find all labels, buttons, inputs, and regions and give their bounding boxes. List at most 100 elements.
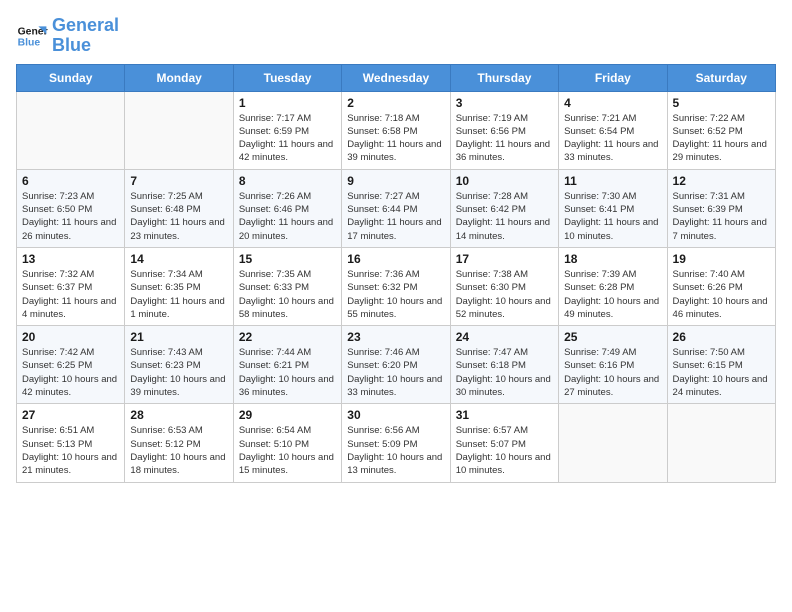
week-row-5: 27Sunrise: 6:51 AM Sunset: 5:13 PM Dayli… xyxy=(17,404,776,482)
calendar-cell: 14Sunrise: 7:34 AM Sunset: 6:35 PM Dayli… xyxy=(125,247,233,325)
day-header-monday: Monday xyxy=(125,64,233,91)
day-number: 7 xyxy=(130,174,227,188)
day-number: 13 xyxy=(22,252,119,266)
day-info: Sunrise: 7:28 AM Sunset: 6:42 PM Dayligh… xyxy=(456,190,553,243)
day-number: 27 xyxy=(22,408,119,422)
calendar-cell: 6 Sunrise: 7:23 AM Sunset: 6:50 PM Daylig… xyxy=(17,169,125,247)
logo-icon: General Blue xyxy=(16,20,48,52)
calendar-cell: 26Sunrise: 7:50 AM Sunset: 6:15 PM Dayli… xyxy=(667,326,775,404)
day-number: 5 xyxy=(673,96,770,110)
day-number: 9 xyxy=(347,174,444,188)
day-number: 6 xyxy=(22,174,119,188)
calendar-cell: 15Sunrise: 7:35 AM Sunset: 6:33 PM Dayli… xyxy=(233,247,341,325)
day-info: Sunrise: 7:34 AM Sunset: 6:35 PM Dayligh… xyxy=(130,268,227,321)
day-number: 31 xyxy=(456,408,553,422)
day-info: Sunrise: 7:17 AM Sunset: 6:59 PM Dayligh… xyxy=(239,112,336,165)
day-info: Sunrise: 7:18 AM Sunset: 6:58 PM Dayligh… xyxy=(347,112,444,165)
calendar-cell: 30 Sunrise: 6:56 AM Sunset: 5:09 PM Dayli… xyxy=(342,404,450,482)
calendar-cell: 10Sunrise: 7:28 AM Sunset: 6:42 PM Dayli… xyxy=(450,169,558,247)
calendar-cell: 22 Sunrise: 7:44 AM Sunset: 6:21 PM Dayli… xyxy=(233,326,341,404)
calendar-cell: 27Sunrise: 6:51 AM Sunset: 5:13 PM Dayli… xyxy=(17,404,125,482)
day-header-sunday: Sunday xyxy=(17,64,125,91)
week-row-1: 1 Sunrise: 7:17 AM Sunset: 6:59 PM Daylig… xyxy=(17,91,776,169)
week-row-4: 20 Sunrise: 7:42 AM Sunset: 6:25 PM Dayli… xyxy=(17,326,776,404)
calendar-cell: 11 Sunrise: 7:30 AM Sunset: 6:41 PM Dayli… xyxy=(559,169,667,247)
day-info: Sunrise: 7:46 AM Sunset: 6:20 PM Dayligh… xyxy=(347,346,444,399)
day-info: Sunrise: 7:49 AM Sunset: 6:16 PM Dayligh… xyxy=(564,346,661,399)
day-info: Sunrise: 7:25 AM Sunset: 6:48 PM Dayligh… xyxy=(130,190,227,243)
calendar-cell xyxy=(559,404,667,482)
day-info: Sunrise: 7:38 AM Sunset: 6:30 PM Dayligh… xyxy=(456,268,553,321)
day-info: Sunrise: 7:27 AM Sunset: 6:44 PM Dayligh… xyxy=(347,190,444,243)
calendar-cell: 4 Sunrise: 7:21 AM Sunset: 6:54 PM Daylig… xyxy=(559,91,667,169)
day-info: Sunrise: 7:19 AM Sunset: 6:56 PM Dayligh… xyxy=(456,112,553,165)
day-number: 3 xyxy=(456,96,553,110)
day-info: Sunrise: 6:54 AM Sunset: 5:10 PM Dayligh… xyxy=(239,424,336,477)
day-number: 20 xyxy=(22,330,119,344)
day-number: 1 xyxy=(239,96,336,110)
day-number: 18 xyxy=(564,252,661,266)
calendar-cell: 24 Sunrise: 7:47 AM Sunset: 6:18 PM Dayli… xyxy=(450,326,558,404)
day-info: Sunrise: 6:57 AM Sunset: 5:07 PM Dayligh… xyxy=(456,424,553,477)
day-info: Sunrise: 7:39 AM Sunset: 6:28 PM Dayligh… xyxy=(564,268,661,321)
calendar-cell: 29 Sunrise: 6:54 AM Sunset: 5:10 PM Dayli… xyxy=(233,404,341,482)
day-header-tuesday: Tuesday xyxy=(233,64,341,91)
day-info: Sunrise: 7:47 AM Sunset: 6:18 PM Dayligh… xyxy=(456,346,553,399)
day-number: 30 xyxy=(347,408,444,422)
calendar-cell: 20 Sunrise: 7:42 AM Sunset: 6:25 PM Dayli… xyxy=(17,326,125,404)
calendar-cell: 7 Sunrise: 7:25 AM Sunset: 6:48 PM Daylig… xyxy=(125,169,233,247)
day-number: 23 xyxy=(347,330,444,344)
day-header-friday: Friday xyxy=(559,64,667,91)
day-info: Sunrise: 7:21 AM Sunset: 6:54 PM Dayligh… xyxy=(564,112,661,165)
header-row: SundayMondayTuesdayWednesdayThursdayFrid… xyxy=(17,64,776,91)
day-info: Sunrise: 7:30 AM Sunset: 6:41 PM Dayligh… xyxy=(564,190,661,243)
day-number: 29 xyxy=(239,408,336,422)
calendar-cell: 25 Sunrise: 7:49 AM Sunset: 6:16 PM Dayli… xyxy=(559,326,667,404)
day-info: Sunrise: 6:53 AM Sunset: 5:12 PM Dayligh… xyxy=(130,424,227,477)
svg-text:Blue: Blue xyxy=(18,37,41,48)
calendar-cell: 21 Sunrise: 7:43 AM Sunset: 6:23 PM Dayli… xyxy=(125,326,233,404)
day-number: 22 xyxy=(239,330,336,344)
day-number: 24 xyxy=(456,330,553,344)
day-info: Sunrise: 7:36 AM Sunset: 6:32 PM Dayligh… xyxy=(347,268,444,321)
day-number: 16 xyxy=(347,252,444,266)
day-header-thursday: Thursday xyxy=(450,64,558,91)
calendar-cell xyxy=(125,91,233,169)
day-header-saturday: Saturday xyxy=(667,64,775,91)
calendar-table: SundayMondayTuesdayWednesdayThursdayFrid… xyxy=(16,64,776,483)
day-info: Sunrise: 7:35 AM Sunset: 6:33 PM Dayligh… xyxy=(239,268,336,321)
day-number: 21 xyxy=(130,330,227,344)
day-number: 12 xyxy=(673,174,770,188)
day-info: Sunrise: 7:31 AM Sunset: 6:39 PM Dayligh… xyxy=(673,190,770,243)
day-info: Sunrise: 7:43 AM Sunset: 6:23 PM Dayligh… xyxy=(130,346,227,399)
calendar-cell: 23 Sunrise: 7:46 AM Sunset: 6:20 PM Dayli… xyxy=(342,326,450,404)
calendar-cell: 3 Sunrise: 7:19 AM Sunset: 6:56 PM Daylig… xyxy=(450,91,558,169)
day-info: Sunrise: 7:22 AM Sunset: 6:52 PM Dayligh… xyxy=(673,112,770,165)
calendar-cell: 5 Sunrise: 7:22 AM Sunset: 6:52 PM Daylig… xyxy=(667,91,775,169)
calendar-cell: 1 Sunrise: 7:17 AM Sunset: 6:59 PM Daylig… xyxy=(233,91,341,169)
day-number: 11 xyxy=(564,174,661,188)
calendar-cell: 12 Sunrise: 7:31 AM Sunset: 6:39 PM Dayli… xyxy=(667,169,775,247)
day-number: 8 xyxy=(239,174,336,188)
calendar-cell: 18 Sunrise: 7:39 AM Sunset: 6:28 PM Dayli… xyxy=(559,247,667,325)
calendar-cell: 31 Sunrise: 6:57 AM Sunset: 5:07 PM Dayli… xyxy=(450,404,558,482)
day-number: 17 xyxy=(456,252,553,266)
week-row-3: 13Sunrise: 7:32 AM Sunset: 6:37 PM Dayli… xyxy=(17,247,776,325)
day-number: 28 xyxy=(130,408,227,422)
week-row-2: 6 Sunrise: 7:23 AM Sunset: 6:50 PM Daylig… xyxy=(17,169,776,247)
day-info: Sunrise: 7:23 AM Sunset: 6:50 PM Dayligh… xyxy=(22,190,119,243)
calendar-cell xyxy=(17,91,125,169)
logo-text: GeneralBlue xyxy=(52,16,119,56)
day-info: Sunrise: 6:56 AM Sunset: 5:09 PM Dayligh… xyxy=(347,424,444,477)
calendar-cell: 17 Sunrise: 7:38 AM Sunset: 6:30 PM Dayli… xyxy=(450,247,558,325)
day-info: Sunrise: 7:42 AM Sunset: 6:25 PM Dayligh… xyxy=(22,346,119,399)
calendar-cell: 9 Sunrise: 7:27 AM Sunset: 6:44 PM Daylig… xyxy=(342,169,450,247)
day-info: Sunrise: 7:26 AM Sunset: 6:46 PM Dayligh… xyxy=(239,190,336,243)
calendar-cell: 2Sunrise: 7:18 AM Sunset: 6:58 PM Daylig… xyxy=(342,91,450,169)
calendar-cell: 19Sunrise: 7:40 AM Sunset: 6:26 PM Dayli… xyxy=(667,247,775,325)
day-number: 4 xyxy=(564,96,661,110)
day-info: Sunrise: 7:44 AM Sunset: 6:21 PM Dayligh… xyxy=(239,346,336,399)
day-number: 19 xyxy=(673,252,770,266)
day-number: 25 xyxy=(564,330,661,344)
calendar-cell: 13Sunrise: 7:32 AM Sunset: 6:37 PM Dayli… xyxy=(17,247,125,325)
